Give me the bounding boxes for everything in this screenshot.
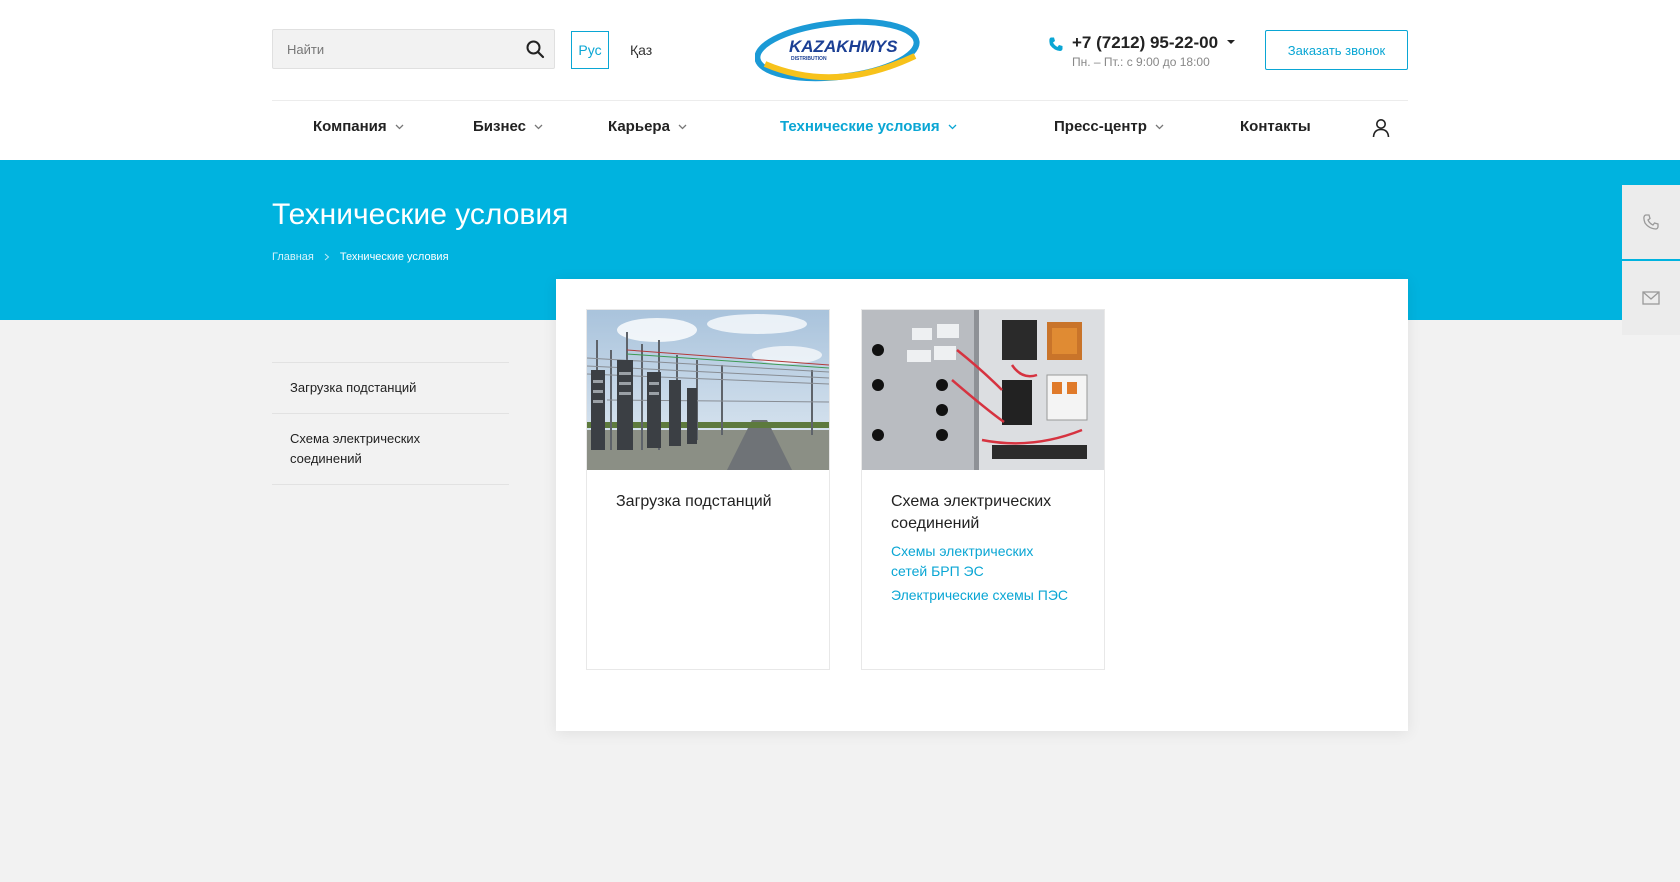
side-widget-mail[interactable] [1622,261,1680,335]
breadcrumb-home-link[interactable]: Главная [272,251,314,263]
chevron-down-icon [678,124,687,129]
breadcrumb-current: Технические условия [339,251,449,263]
logo-subtext: DISTRIBUTION [791,56,827,62]
link-brp-network-diagrams[interactable]: Схемы электрических сетей БРП ЭС [891,541,1071,581]
chevron-down-icon [534,124,543,129]
nav-item-company[interactable]: Компания [313,118,404,135]
nav-item-technical-conditions[interactable]: Технические условия [780,118,957,135]
nav-item-label: Бизнес [473,118,527,135]
chevron-down-icon [948,124,957,129]
header-divider [272,100,1408,101]
nav-item-press-center[interactable]: Пресс-центр [1054,118,1164,135]
search-input[interactable] [273,30,513,68]
card-title[interactable]: Схема электрических соединений [891,491,1081,535]
search-icon [526,40,545,59]
breadcrumb: Главная Технические условия [272,251,449,263]
nav-item-label: Карьера [608,118,670,135]
lang-ru-button[interactable]: Рус [571,31,609,69]
chevron-down-icon [395,124,404,129]
content-panel: Загрузка подстанций Схема электрических … [556,279,1408,731]
sidebar-item-wiring-diagram[interactable]: Схема электрических соединений [272,413,509,485]
header-inner: Рус Қаз KAZAKHMYS DISTRIBUTION +7 (7212)… [272,0,1408,160]
sidebar-menu: Загрузка подстанций Схема электрических … [272,362,509,485]
nav-item-label: Пресс-центр [1054,118,1147,135]
phone-number[interactable]: +7 (7212) 95-22-00 [1072,33,1218,53]
search-box [272,29,555,69]
card-title[interactable]: Загрузка подстанций [616,491,806,513]
nav-item-business[interactable]: Бизнес [473,118,543,135]
card-substation-load[interactable]: Загрузка подстанций [586,309,830,670]
site-header: Рус Қаз KAZAKHMYS DISTRIBUTION +7 (7212)… [0,0,1680,160]
substation-image[interactable] [587,310,829,470]
nav-item-career[interactable]: Карьера [608,118,687,135]
phone-icon [1049,37,1063,51]
chevron-right-icon [324,253,330,261]
logo-text: KAZAKHMYS [789,37,898,56]
lang-kz-button[interactable]: Қаз [630,31,652,69]
card-links: Схемы электрических сетей БРП ЭС Электри… [891,541,1071,609]
search-button[interactable] [524,38,546,60]
sidebar-item-substation-load[interactable]: Загрузка подстанций [272,362,509,413]
card-wiring-diagram[interactable]: Схема электрических соединений Схемы эле… [861,309,1105,670]
nav-item-contacts[interactable]: Контакты [1240,118,1311,135]
link-pes-electrical-diagrams[interactable]: Электрические схемы ПЭС [891,585,1071,605]
nav-item-label: Контакты [1240,118,1311,135]
work-hours: Пн. – Пт.: с 9:00 до 18:00 [1072,55,1210,69]
nav-item-label: Компания [313,118,387,135]
side-widget-call[interactable] [1622,185,1680,259]
chevron-down-icon [1155,124,1164,129]
phone-icon [1643,214,1659,230]
callback-button[interactable]: Заказать звонок [1265,30,1408,70]
electrical-panel-image[interactable] [862,310,1104,470]
user-icon[interactable] [1372,118,1390,138]
caret-down-icon[interactable] [1227,39,1235,45]
mail-icon [1642,291,1660,305]
company-logo[interactable]: KAZAKHMYS DISTRIBUTION [754,16,927,82]
page-title: Технические условия [272,198,569,231]
nav-item-label: Технические условия [780,118,940,135]
